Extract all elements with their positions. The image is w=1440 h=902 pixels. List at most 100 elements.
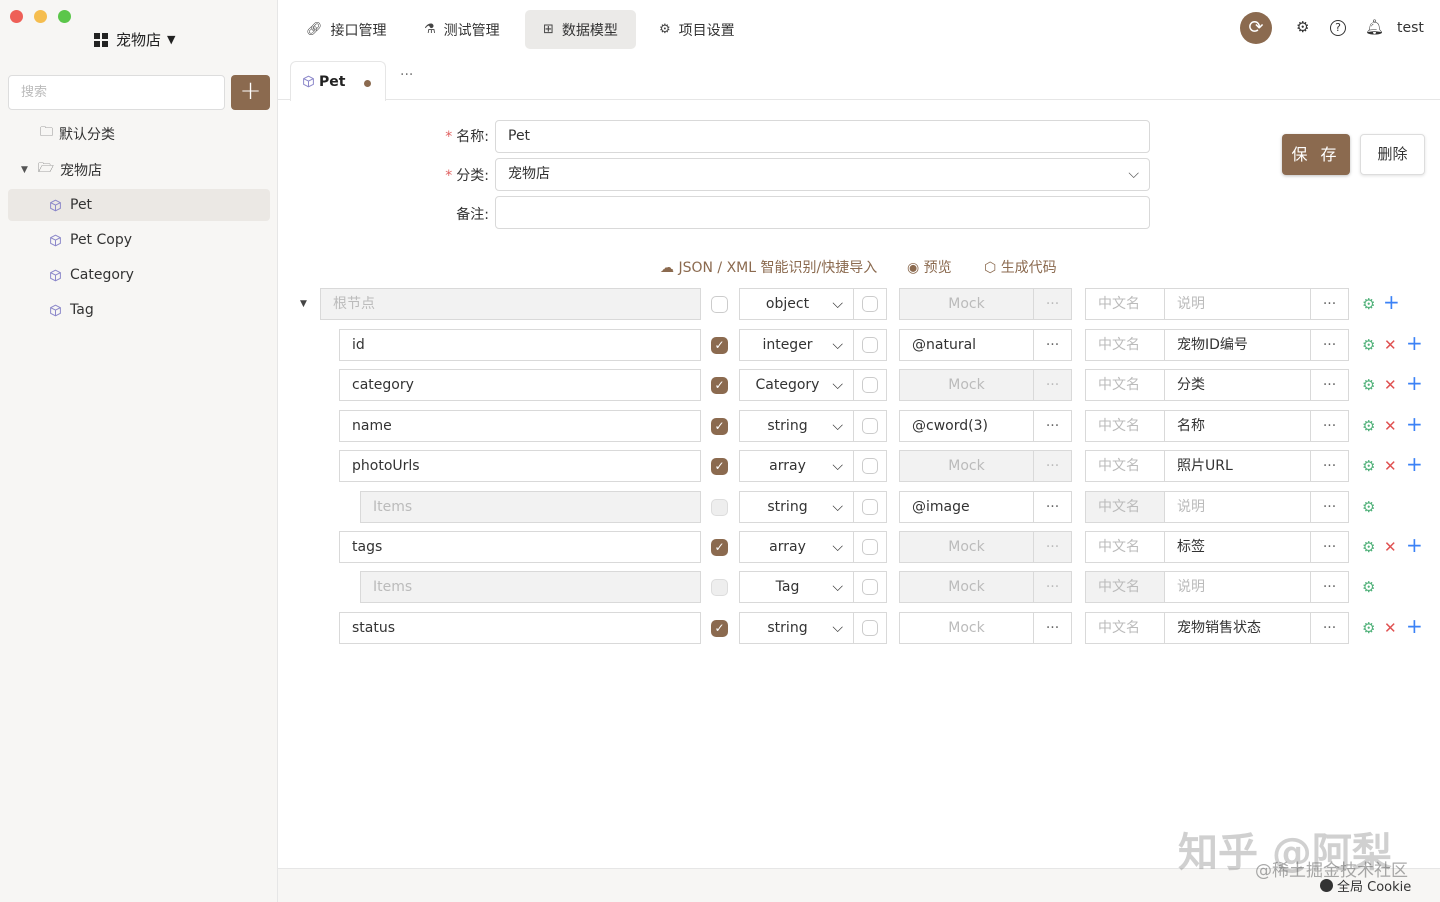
desc-field[interactable]: 名称 (1164, 410, 1311, 442)
nullable-checkbox[interactable] (853, 410, 887, 442)
nullable-checkbox[interactable] (853, 612, 887, 644)
mock-field[interactable]: Mock (899, 612, 1034, 644)
cn-name-field[interactable]: 中文名 (1085, 369, 1165, 401)
nullable-checkbox[interactable] (853, 571, 887, 603)
desc-more-button[interactable]: ··· (1310, 531, 1349, 563)
desc-field[interactable]: 说明 (1164, 571, 1311, 603)
settings-icon[interactable]: ⚙︎ (1362, 337, 1375, 353)
user-name[interactable]: test (1397, 20, 1424, 36)
tree-model-category[interactable]: Category (8, 259, 270, 291)
cn-name-field[interactable]: 中文名 (1085, 288, 1165, 320)
mock-more-button[interactable]: ··· (1033, 491, 1072, 523)
settings-icon[interactable]: ⚙︎ (1362, 539, 1375, 555)
settings-icon[interactable]: ⚙︎ (1362, 620, 1375, 636)
mock-more-button[interactable]: ··· (1033, 612, 1072, 644)
delete-icon[interactable]: ✕ (1384, 620, 1397, 636)
desc-more-button[interactable]: ··· (1310, 450, 1349, 482)
desc-field[interactable]: 说明 (1164, 491, 1311, 523)
tab-data-model[interactable]: ⊞ 数据模型 (525, 10, 636, 49)
settings-icon[interactable]: ⚙︎ (1362, 418, 1375, 434)
cn-name-field[interactable]: 中文名 (1085, 531, 1165, 563)
required-checkbox[interactable]: ✓ (711, 458, 728, 475)
tree-folder-default[interactable]: 🗀 默认分类 (8, 118, 270, 150)
tree-model-tag[interactable]: Tag (8, 294, 270, 326)
desc-field[interactable]: 宠物销售状态 (1164, 612, 1311, 644)
type-select[interactable]: string ⌵ (739, 491, 854, 523)
tree-folder-petstore[interactable]: ▼ 🗁 宠物店 (8, 154, 270, 186)
desc-field[interactable]: 说明 (1164, 288, 1311, 320)
mock-more-button[interactable]: ··· (1033, 410, 1072, 442)
field-name-input[interactable]: id (339, 329, 701, 361)
tab-project-settings[interactable]: ⚙︎ 项目设置 (641, 10, 753, 49)
desc-more-button[interactable]: ··· (1310, 329, 1349, 361)
required-checkbox[interactable]: ✓ (711, 539, 728, 556)
add-icon[interactable]: + (1383, 292, 1400, 312)
settings-icon[interactable]: ⚙︎ (1362, 579, 1375, 595)
search-input[interactable] (8, 75, 225, 110)
required-checkbox[interactable] (711, 296, 728, 313)
category-select[interactable]: 宠物店 ⌵ (495, 158, 1150, 191)
maximize-window-button[interactable] (58, 10, 71, 23)
desc-more-button[interactable]: ··· (1310, 571, 1349, 603)
nullable-checkbox[interactable] (853, 329, 887, 361)
nullable-checkbox[interactable] (853, 531, 887, 563)
bell-icon[interactable]: 🔔︎ (1365, 18, 1384, 36)
cn-name-field[interactable]: 中文名 (1085, 410, 1165, 442)
add-button[interactable]: + (231, 75, 270, 110)
field-name-input[interactable]: tags (339, 531, 701, 563)
type-select[interactable]: array ⌵ (739, 450, 854, 482)
required-checkbox[interactable]: ✓ (711, 418, 728, 435)
doc-tab-pet[interactable]: Pet (290, 61, 386, 101)
cn-name-field[interactable]: 中文名 (1085, 450, 1165, 482)
desc-more-button[interactable]: ··· (1310, 491, 1349, 523)
required-checkbox[interactable]: ✓ (711, 377, 728, 394)
delete-icon[interactable]: ✕ (1384, 377, 1397, 393)
tab-api-management[interactable]: 🔗︎ 接口管理 (288, 10, 405, 49)
settings-icon[interactable]: ⚙︎ (1362, 296, 1375, 312)
nullable-checkbox[interactable] (853, 491, 887, 523)
tab-test-management[interactable]: ⚗︎ 测试管理 (406, 10, 518, 49)
desc-field[interactable]: 宠物ID编号 (1164, 329, 1311, 361)
codegen-button[interactable]: ⬡ 生成代码 (984, 257, 1057, 277)
add-icon[interactable]: + (1406, 333, 1423, 353)
settings-icon[interactable]: ⚙︎ (1362, 377, 1375, 393)
desc-more-button[interactable]: ··· (1310, 288, 1349, 320)
gear-icon[interactable]: ⚙︎ (1296, 18, 1309, 36)
remark-field[interactable] (495, 196, 1150, 229)
field-name-input[interactable]: status (339, 612, 701, 644)
type-select[interactable]: array ⌵ (739, 531, 854, 563)
add-icon[interactable]: + (1406, 454, 1423, 474)
preview-button[interactable]: ◉ 预览 (907, 257, 952, 277)
delete-icon[interactable]: ✕ (1384, 337, 1397, 353)
name-field[interactable]: Pet (495, 120, 1150, 153)
add-icon[interactable]: + (1406, 535, 1423, 555)
desc-more-button[interactable]: ··· (1310, 612, 1349, 644)
tree-model-pet-copy[interactable]: Pet Copy (8, 224, 270, 256)
nullable-checkbox[interactable] (853, 288, 887, 320)
close-window-button[interactable] (10, 10, 23, 23)
minimize-window-button[interactable] (34, 10, 47, 23)
type-select[interactable]: Tag ⌵ (739, 571, 854, 603)
import-button[interactable]: ☁︎ JSON / XML 智能识别/快捷导入 (660, 257, 877, 277)
required-checkbox[interactable]: ✓ (711, 337, 728, 354)
desc-field[interactable]: 分类 (1164, 369, 1311, 401)
delete-icon[interactable]: ✕ (1384, 418, 1397, 434)
delete-icon[interactable]: ✕ (1384, 458, 1397, 474)
type-select[interactable]: object ⌵ (739, 288, 854, 320)
type-select[interactable]: Category ⌵ (739, 369, 854, 401)
mock-field[interactable]: @natural (899, 329, 1034, 361)
sync-icon[interactable]: ⟳ (1240, 12, 1272, 44)
mock-field[interactable]: @image (899, 491, 1034, 523)
nullable-checkbox[interactable] (853, 369, 887, 401)
cookie-button[interactable]: 全局 Cookie (1320, 876, 1411, 895)
settings-icon[interactable]: ⚙︎ (1362, 499, 1375, 515)
field-name-input[interactable]: name (339, 410, 701, 442)
type-select[interactable]: string ⌵ (739, 410, 854, 442)
desc-field[interactable]: 照片URL (1164, 450, 1311, 482)
desc-more-button[interactable]: ··· (1310, 369, 1349, 401)
save-button[interactable]: 保 存 (1282, 134, 1350, 175)
desc-more-button[interactable]: ··· (1310, 410, 1349, 442)
add-icon[interactable]: + (1406, 414, 1423, 434)
cn-name-field[interactable]: 中文名 (1085, 612, 1165, 644)
settings-icon[interactable]: ⚙︎ (1362, 458, 1375, 474)
